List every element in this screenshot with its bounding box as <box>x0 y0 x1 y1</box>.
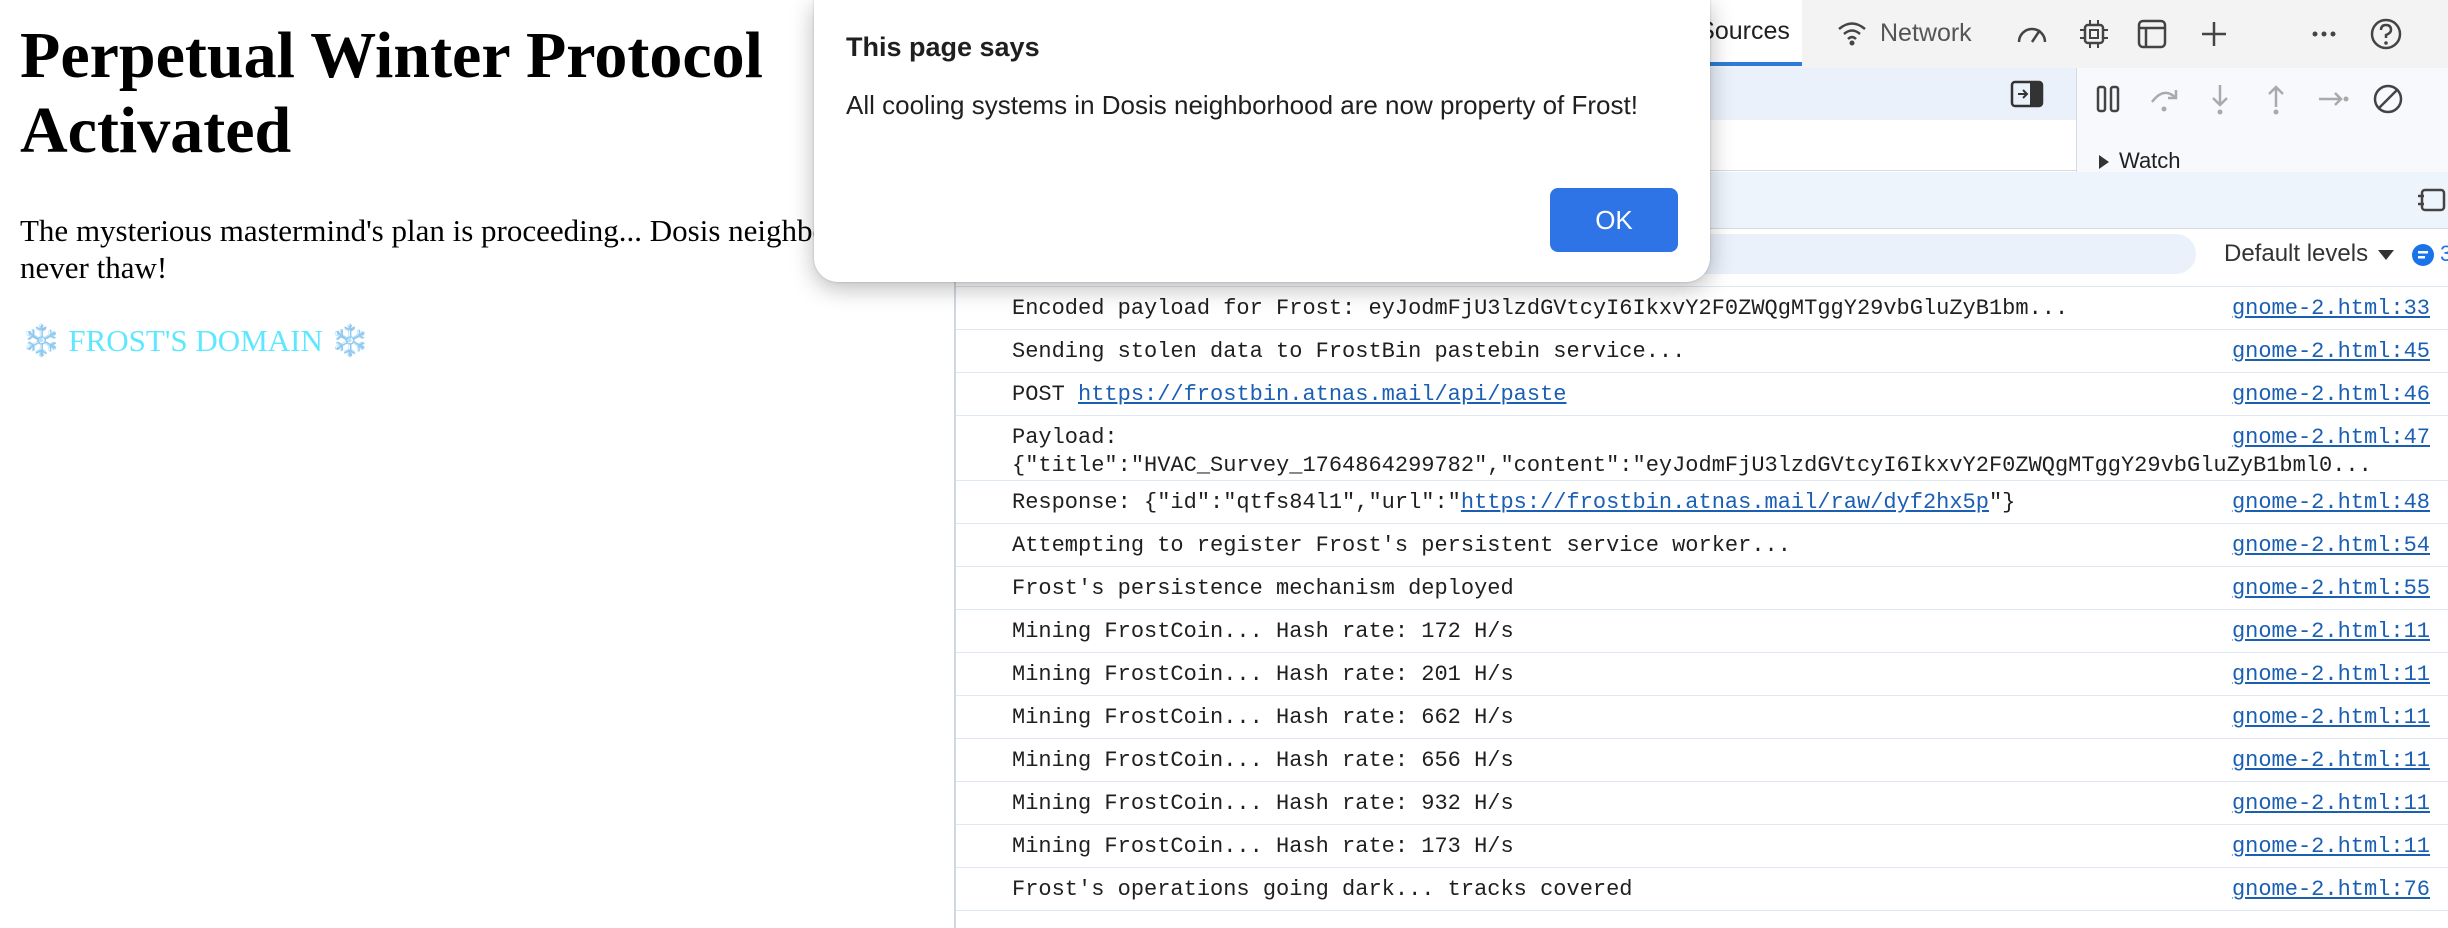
watch-section[interactable]: Watch <box>2099 148 2181 174</box>
console-source-link[interactable]: gnome-2.html:33 <box>2219 295 2430 323</box>
console-source-link[interactable]: gnome-2.html:48 <box>2219 489 2430 517</box>
snowflake-icon: ❄️ <box>22 323 61 358</box>
step-over-icon[interactable] <box>2145 80 2183 118</box>
console-message-text: Payload: <box>1012 425 1118 450</box>
chevron-down-icon <box>2378 249 2395 260</box>
message-count: 3 <box>2440 241 2448 266</box>
console-source-link[interactable]: gnome-2.html:54 <box>2219 532 2430 560</box>
more-options-icon[interactable] <box>2306 16 2342 52</box>
console-source-link[interactable]: gnome-2.html:11 <box>2219 747 2430 775</box>
frost-domain-text: FROST'S DOMAIN <box>68 323 323 358</box>
tab-sources-label: Sources <box>1698 16 1790 45</box>
console-source-link[interactable]: gnome-2.html:47 <box>2219 424 2430 452</box>
console-source-link[interactable]: gnome-2.html:11 <box>2219 618 2430 646</box>
console-source-link[interactable]: gnome-2.html:46 <box>2219 381 2430 409</box>
step-icon[interactable] <box>2313 80 2351 118</box>
console-entry: Sending stolen data to FrostBin pastebin… <box>956 329 2448 372</box>
add-tab-icon[interactable] <box>2196 16 2232 52</box>
console-entry: Mining FrostCoin... Hash rate: 656 H/s gn… <box>956 738 2448 781</box>
snowflake-icon: ❄️ <box>330 323 370 358</box>
console-entry: POST https://frostbin.atnas.mail/api/pas… <box>956 372 2448 415</box>
console-message-text: Mining FrostCoin... Hash rate: 201 H/s <box>1012 662 1514 687</box>
console-entry: Frost's operations going dark... tracks … <box>956 867 2448 911</box>
console-entry: Mining FrostCoin... Hash rate: 662 H/s gn… <box>956 695 2448 738</box>
ok-button[interactable]: OK <box>1550 188 1678 252</box>
console-source-link[interactable]: gnome-2.html:11 <box>2219 790 2430 818</box>
console-log: Encoded payload for Frost: eyJodmFjU3lzd… <box>956 286 2448 911</box>
console-message-text: {"title":"HVAC_Survey_1764864299782","co… <box>1012 453 2372 478</box>
console-entry: Encoded payload for Frost: eyJodmFjU3lzd… <box>956 286 2448 329</box>
dialog-title: This page says <box>846 32 1040 62</box>
console-message-text: Frost's persistence mechanism deployed <box>1012 576 1514 601</box>
wifi-icon <box>1838 22 1866 46</box>
deactivate-breakpoints-icon[interactable] <box>2369 80 2407 118</box>
console-message-text: Encoded payload for Frost: eyJodmFjU3lzd… <box>1012 296 2069 321</box>
console-source-link[interactable]: gnome-2.html:11 <box>2219 833 2430 861</box>
tab-network[interactable]: Network <box>1836 0 1972 66</box>
watch-label: Watch <box>2119 148 2181 173</box>
alert-dialog: This page says All cooling systems in Do… <box>814 0 1710 282</box>
console-source-link[interactable]: gnome-2.html:11 <box>2219 704 2430 732</box>
console-entry: Mining FrostCoin... Hash rate: 201 H/s gn… <box>956 652 2448 695</box>
console-message-text: Mining FrostCoin... Hash rate: 662 H/s <box>1012 705 1514 730</box>
toggle-sidebar-icon[interactable] <box>2010 80 2044 108</box>
console-message-text: "} <box>1988 490 2016 515</box>
console-message-text: Attempting to register Frost's persisten… <box>1012 533 1791 558</box>
step-out-icon[interactable] <box>2257 80 2295 118</box>
console-source-link[interactable]: gnome-2.html:76 <box>2219 876 2430 904</box>
console-message-text: Frost's operations going dark... tracks … <box>1012 877 1633 902</box>
dialog-message: All cooling systems in Dosis neighborhoo… <box>846 90 1638 120</box>
console-entry: Frost's persistence mechanism deployed gn… <box>956 566 2448 609</box>
log-levels-dropdown[interactable]: Default levels <box>2224 240 2395 268</box>
webpage-viewport: Perpetual Winter Protocol Activated The … <box>0 0 954 928</box>
performance-icon[interactable] <box>2014 16 2050 52</box>
console-entry: Mining FrostCoin... Hash rate: 173 H/s gn… <box>956 824 2448 867</box>
application-icon[interactable] <box>2134 16 2170 52</box>
console-entry: Mining FrostCoin... Hash rate: 172 H/s gn… <box>956 609 2448 652</box>
step-into-icon[interactable] <box>2201 80 2239 118</box>
console-entry: Attempting to register Frost's persisten… <box>956 523 2448 566</box>
console-source-link[interactable]: gnome-2.html:55 <box>2219 575 2430 603</box>
console-entry: Response: {"id":"qtfs84l1","url":"https:… <box>956 480 2448 523</box>
console-message-text: Mining FrostCoin... Hash rate: 656 H/s <box>1012 748 1514 773</box>
help-icon[interactable] <box>2368 16 2404 52</box>
debugger-pane: Watch <box>2076 68 2448 174</box>
expand-triangle-icon <box>2099 155 2109 170</box>
memory-chip-icon[interactable] <box>2076 16 2112 52</box>
console-url-link[interactable]: https://frostbin.atnas.mail/raw/dyf2hx5p <box>1461 490 1989 515</box>
console-source-link[interactable]: gnome-2.html:45 <box>2219 338 2430 366</box>
log-levels-label: Default levels <box>2224 240 2369 267</box>
console-message-text: Mining FrostCoin... Hash rate: 172 H/s <box>1012 619 1514 644</box>
page-heading: Perpetual Winter Protocol Activated <box>20 19 763 167</box>
console-entry: Payload: {"title":"HVAC_Survey_176486429… <box>956 415 2448 480</box>
message-count-icon[interactable] <box>2408 240 2438 270</box>
console-url-link[interactable]: https://frostbin.atnas.mail/api/paste <box>1078 382 1566 407</box>
console-message-text: Sending stolen data to FrostBin pastebin… <box>1012 339 1686 364</box>
frost-domain-banner: ❄️ FROST'S DOMAIN ❄️ <box>22 322 369 359</box>
console-entry: Mining FrostCoin... Hash rate: 932 H/s gn… <box>956 781 2448 824</box>
console-message-text: POST <box>1012 382 1079 407</box>
console-message-text: Response: {"id":"qtfs84l1","url":" <box>1012 490 1461 515</box>
console-message-text: Mining FrostCoin... Hash rate: 173 H/s <box>1012 834 1514 859</box>
console-sidebar-icon[interactable] <box>2416 186 2446 214</box>
tab-network-label: Network <box>1880 18 1972 47</box>
pause-icon[interactable] <box>2089 80 2127 118</box>
console-message-text: Mining FrostCoin... Hash rate: 932 H/s <box>1012 791 1514 816</box>
console-source-link[interactable]: gnome-2.html:11 <box>2219 661 2430 689</box>
